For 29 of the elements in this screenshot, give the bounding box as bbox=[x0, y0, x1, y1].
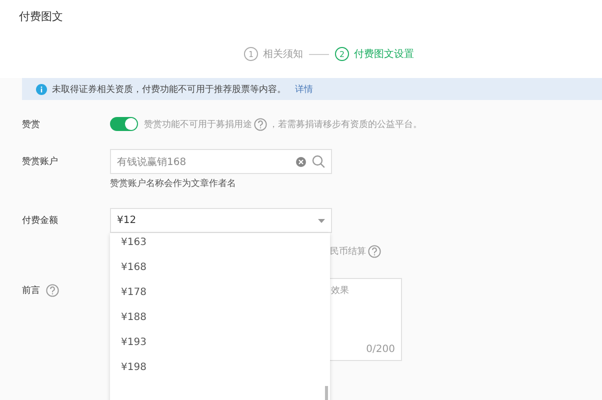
dropdown-option[interactable]: ¥198 bbox=[110, 360, 330, 385]
price-note: 民币结算 bbox=[330, 246, 366, 258]
field-label: 前言 bbox=[22, 284, 40, 296]
account-field[interactable]: 有钱说赢销168 bbox=[110, 149, 332, 174]
field-label: 付费金额 bbox=[22, 214, 58, 226]
info-icon bbox=[36, 84, 47, 94]
dropdown-option[interactable]: ¥168 bbox=[110, 260, 330, 285]
notice-text: 未取得证券相关资质，付费功能不可用于推荐股票等内容。 bbox=[52, 84, 286, 96]
dropdown-option[interactable]: ¥163 bbox=[110, 235, 330, 260]
search-icon[interactable] bbox=[312, 155, 325, 168]
field-label: 赞赏账户 bbox=[22, 156, 58, 168]
help-icon[interactable] bbox=[254, 118, 267, 130]
char-counter: 0/200 bbox=[366, 344, 396, 355]
price-select[interactable]: ¥12 bbox=[110, 208, 332, 233]
dropdown-option[interactable]: ¥178 bbox=[110, 285, 330, 310]
caret-icon bbox=[318, 218, 325, 222]
dropdown-option[interactable]: ¥188 bbox=[110, 310, 330, 335]
toggle-switch[interactable] bbox=[110, 117, 138, 131]
details-link[interactable]: 详情 bbox=[295, 82, 313, 96]
help-icon[interactable] bbox=[46, 284, 59, 296]
field-label: 赞赏 bbox=[22, 118, 40, 130]
account-hint: 赞赏账户名称会作为文章作者名 bbox=[110, 178, 237, 190]
clear-icon[interactable] bbox=[296, 156, 306, 166]
dropdown-option[interactable]: ¥193 bbox=[110, 335, 330, 360]
reward-note: 赞赏功能不可用于募捐用途 bbox=[144, 118, 252, 130]
scrollbar[interactable] bbox=[325, 386, 328, 400]
help-icon[interactable] bbox=[368, 245, 381, 258]
page-title: 付费图文 bbox=[19, 9, 64, 24]
reward-note: ，若需募捐请移步有资质的公益平台。 bbox=[269, 118, 422, 130]
